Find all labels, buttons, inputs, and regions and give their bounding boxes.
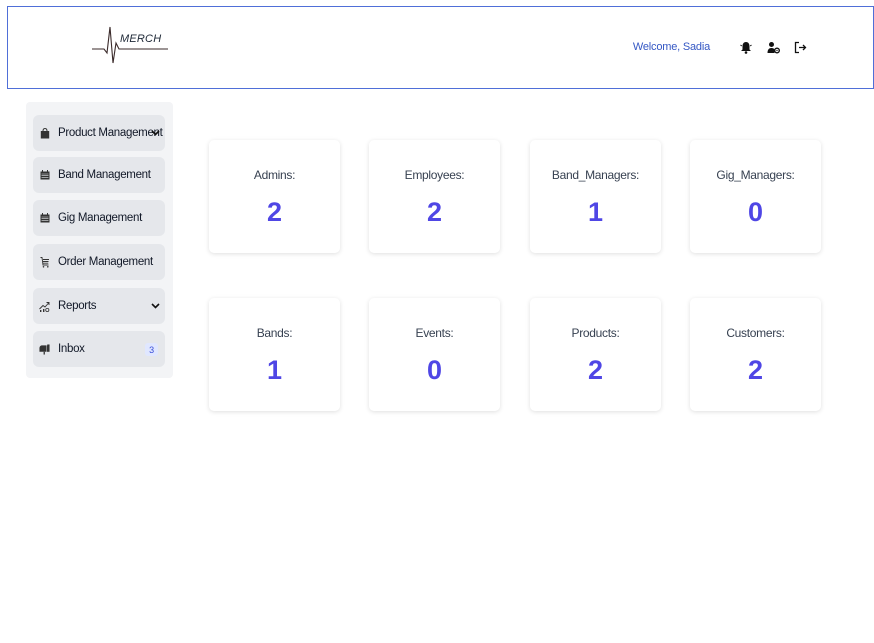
stat-value: 2 [587,355,604,385]
sidebar-item-band-management[interactable]: Band Management [33,157,165,193]
inbox-count-badge: 3 [145,343,158,356]
stat-value: 2 [426,197,443,227]
shopping-bag-icon [39,127,50,139]
bell-icon[interactable] [739,40,753,54]
merch-logo[interactable]: MERCH [90,23,170,65]
stat-label: Admins: [253,168,296,182]
sidebar-item-label: Inbox [58,343,85,355]
stat-value: 2 [747,355,764,385]
stat-card-admins[interactable]: Admins: 2 [209,140,340,253]
stat-value: 1 [266,355,283,385]
stat-label: Customers: [726,326,785,340]
logo-text: MERCH [120,33,162,45]
stat-value: 0 [747,197,764,227]
stat-card-bands[interactable]: Bands: 1 [209,298,340,411]
stat-label: Bands: [256,326,293,340]
stat-value: 0 [426,355,443,385]
sidebar-item-inbox[interactable]: Inbox 3 [33,331,165,367]
stat-label: Gig_Managers: [716,168,795,182]
header-actions: Welcome, Sadia [633,40,807,54]
sidebar-item-label: Band Management [58,169,151,181]
stat-value: 1 [587,197,604,227]
mailbox-icon [39,343,50,355]
stat-card-gig-managers[interactable]: Gig_Managers: 0 [690,140,821,253]
calendar-icon [39,170,50,181]
sidebar: Product Management Band Management Gig M… [26,102,173,378]
stat-label: Events: [415,326,454,340]
chart-icon [39,301,50,312]
welcome-text: Welcome, Sadia [632,41,710,53]
sidebar-item-order-management[interactable]: Order Management [33,244,165,280]
stat-card-band-managers[interactable]: Band_Managers: 1 [530,140,661,253]
stat-label: Products: [571,326,620,340]
chevron-down-icon[interactable] [151,128,160,137]
sidebar-item-label: Reports [58,300,97,312]
stat-card-products[interactable]: Products: 2 [530,298,661,411]
sidebar-item-reports[interactable]: Reports [33,288,165,324]
stat-label: Band_Managers: [551,168,640,182]
calendar-icon [39,213,50,224]
cart-icon [39,256,50,268]
sidebar-item-gig-management[interactable]: Gig Management [33,200,165,236]
sidebar-item-product-management[interactable]: Product Management [33,115,165,151]
stat-value: 2 [266,197,283,227]
user-settings-icon[interactable] [766,40,780,54]
sidebar-item-label: Order Management [58,256,153,268]
sidebar-item-label: Gig Management [58,212,143,224]
sidebar-item-label: Product Management [58,127,163,139]
chevron-down-icon[interactable] [151,301,160,310]
stat-card-employees[interactable]: Employees: 2 [369,140,500,253]
top-header: MERCH Welcome, Sadia [7,6,874,89]
stat-label: Employees: [404,168,465,182]
stat-card-events[interactable]: Events: 0 [369,298,500,411]
stat-card-customers[interactable]: Customers: 2 [690,298,821,411]
logout-icon[interactable] [793,40,807,54]
